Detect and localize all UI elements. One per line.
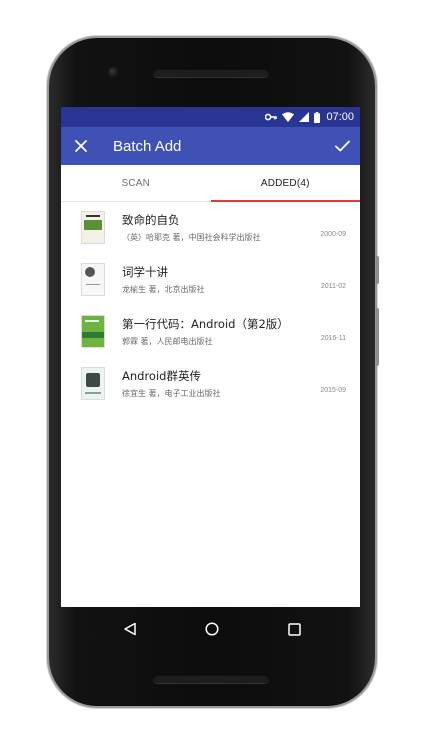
book-cover (81, 367, 105, 400)
app-bar-title: Batch Add (113, 137, 182, 155)
list-item[interactable]: 第一行代码：Android（第2版） 郭霖 著，人民邮电出版社 2016-11 (61, 308, 360, 360)
book-title: 第一行代码：Android（第2版） (122, 317, 289, 331)
book-cover (81, 211, 105, 244)
book-date: 2016-11 (320, 335, 346, 342)
book-meta: 龙榆生 著，北京出版社 (122, 285, 205, 294)
tab-bar: SCAN ADDED(4) (61, 165, 360, 202)
list-item[interactable]: 致命的自负 （英）哈耶克 著，中国社会科学出版社 2000-09 (61, 204, 360, 256)
book-date: 2000-09 (320, 231, 346, 238)
book-title: 词学十讲 (122, 265, 168, 279)
nav-recents-button[interactable] (279, 615, 309, 645)
list-item[interactable]: Android群英传 徐宜生 著，电子工业出版社 2015-09 (61, 360, 360, 412)
tab-scan[interactable]: SCAN (61, 165, 211, 201)
home-icon (205, 621, 219, 640)
done-button[interactable] (324, 127, 360, 165)
vpn-key-icon (265, 113, 278, 121)
screen: 07:00 Batch Add SCAN ADDED(4) 致命的自负 （英）哈… (61, 107, 360, 607)
status-time: 07:00 (326, 111, 354, 123)
app-bar: Batch Add (61, 127, 360, 165)
battery-icon (314, 111, 321, 123)
list-item[interactable]: 词学十讲 龙榆生 著，北京出版社 2011-02 (61, 256, 360, 308)
close-icon (75, 137, 87, 156)
phone-frame: 07:00 Batch Add SCAN ADDED(4) 致命的自负 （英）哈… (49, 38, 379, 706)
close-button[interactable] (61, 127, 101, 165)
volume-button (376, 308, 379, 366)
book-meta: （英）哈耶克 著，中国社会科学出版社 (122, 233, 261, 242)
book-date: 2011-02 (320, 283, 346, 290)
power-button (376, 256, 379, 284)
wifi-icon (282, 112, 295, 122)
nav-back-button[interactable] (115, 615, 145, 645)
book-cover (81, 315, 105, 348)
book-cover (81, 263, 105, 296)
book-date: 2015-09 (320, 387, 346, 394)
check-icon (334, 137, 350, 156)
book-meta: 郭霖 著，人民邮电出版社 (122, 337, 213, 346)
front-camera (108, 67, 119, 78)
bottom-speaker (153, 674, 269, 683)
book-title: Android群英传 (122, 369, 201, 383)
book-meta: 徐宜生 著，电子工业出版社 (122, 389, 221, 398)
book-list: 致命的自负 （英）哈耶克 著，中国社会科学出版社 2000-09 词学十讲 龙榆… (61, 202, 360, 412)
recents-icon (287, 621, 301, 640)
system-nav-bar (49, 607, 375, 653)
top-speaker (153, 68, 269, 77)
book-title: 致命的自负 (122, 213, 180, 227)
signal-icon (299, 112, 310, 122)
back-icon (123, 621, 137, 640)
tab-added[interactable]: ADDED(4) (210, 165, 361, 202)
nav-home-button[interactable] (197, 615, 227, 645)
status-bar: 07:00 (61, 107, 360, 127)
